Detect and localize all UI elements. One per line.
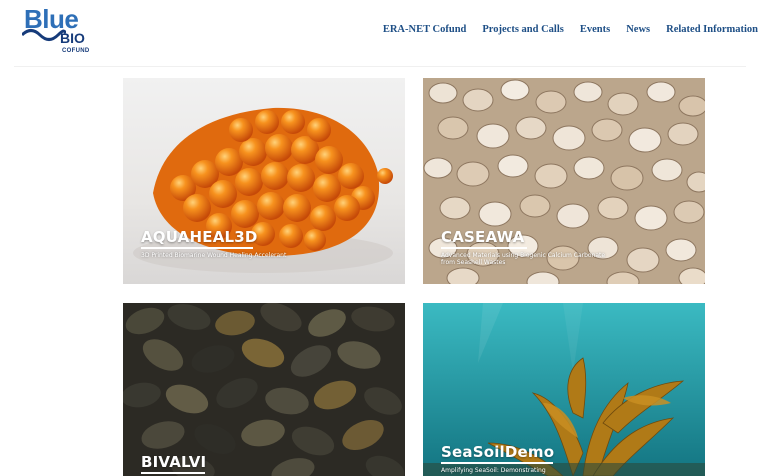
bluebio-cofund-logo[interactable]: Blue BIO COFUND — [22, 4, 90, 58]
main-nav: ERA-NET Cofund Projects and Calls Events… — [383, 24, 758, 35]
title-underline — [441, 462, 553, 464]
project-title: SeaSoilDemo — [441, 443, 555, 461]
nav-item-era-net-cofund[interactable]: ERA-NET Cofund — [383, 24, 467, 35]
title-underline — [441, 247, 527, 249]
header-divider — [14, 66, 746, 67]
project-card-aquaheal3d[interactable]: AQUAHEAL3D 3D Printed Biomarine Wound He… — [123, 78, 405, 284]
project-subtitle: Amplifying SeaSoil: Demonstrating — [441, 467, 546, 474]
project-card-caseawa[interactable]: CASEAWA Advanced Materials using Biogeni… — [423, 78, 705, 284]
title-underline — [141, 472, 205, 474]
project-title: BIVALVI — [141, 453, 207, 471]
project-card-bivalvi[interactable]: BIVALVI — [123, 303, 405, 476]
logo-text-cofund: COFUND — [62, 48, 90, 54]
title-underline — [141, 247, 253, 249]
project-card-seasoildemo[interactable]: SeaSoilDemo Amplifying SeaSoil: Demonstr… — [423, 303, 705, 476]
site-header: Blue BIO COFUND ERA-NET Cofund Projects … — [0, 0, 760, 67]
nav-item-news[interactable]: News — [626, 24, 650, 35]
nav-item-projects-and-calls[interactable]: Projects and Calls — [482, 24, 563, 35]
nav-item-related-information[interactable]: Related Information — [666, 24, 758, 35]
project-title: AQUAHEAL3D — [141, 228, 258, 246]
mussels-image — [123, 303, 405, 476]
nav-item-events[interactable]: Events — [580, 24, 610, 35]
logo-text-bio: BIO — [60, 30, 85, 46]
project-title: CASEAWA — [441, 228, 525, 246]
project-subtitle: 3D Printed Biomarine Wound Healing Accel… — [141, 252, 287, 259]
project-subtitle: Advanced Materials using Biogenic Calciu… — [441, 252, 606, 266]
